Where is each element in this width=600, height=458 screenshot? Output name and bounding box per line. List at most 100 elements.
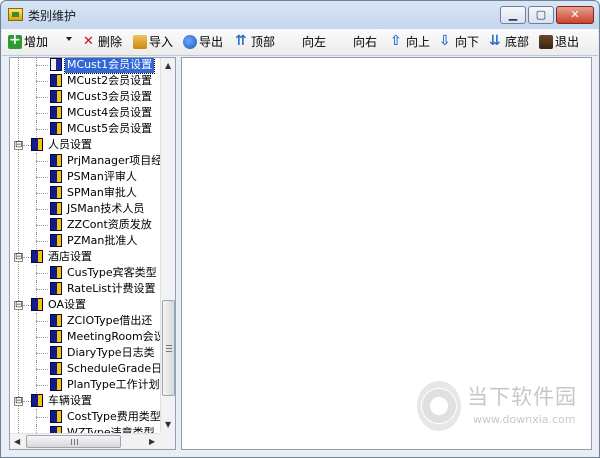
tree-line [23,305,31,306]
close-button[interactable]: ✕ [556,6,594,24]
scroll-left-arrow-icon[interactable]: ◀ [14,437,20,446]
tree-node-label: ZZCont资质发放 [67,218,152,231]
move-left-button[interactable]: 向左 [302,33,326,51]
tree-leaf-node[interactable]: JSMan技术人员 [10,201,160,217]
tree-leaf-node[interactable]: MCust3会员设置 [10,89,160,105]
import-button[interactable]: 导入 [133,33,173,51]
collapse-toggle-icon[interactable]: ⊟ [14,253,23,262]
tree-line [36,113,48,114]
exit-button[interactable]: 退出 [539,33,579,51]
tree-leaf-node[interactable]: WZType违章类型 [10,425,160,433]
tree-leaf-node[interactable]: ZCIOType借出还 [10,313,160,329]
title-bar[interactable]: 类别维护 ▁ ▢ ✕ [1,1,599,29]
maximize-button[interactable]: ▢ [528,6,554,24]
move-up-button[interactable]: 向上 [390,32,430,51]
open-book-icon [50,58,62,71]
tree-leaf-node[interactable]: MCust5会员设置 [10,121,160,137]
category-tree[interactable]: MCust1会员设置 MCust2会员设置 MCust3会员设置 MCust4会员设置… [10,58,160,433]
add-button[interactable]: 增加 [8,31,48,51]
tree-leaf-node[interactable]: PZMan批准人 [10,233,160,249]
tree-node-label: CusType宾客类型 [67,266,157,279]
grip-icon [71,439,79,445]
tree-line [36,129,48,130]
delete-icon [82,33,96,51]
tree-horizontal-scrollbar[interactable]: ◀ ▶ [10,433,160,449]
add-dropdown-arrow[interactable] [66,37,72,41]
tree-node-label: PlanType工作计划 [67,378,160,391]
tree-leaf-node[interactable]: PrjManager项目经 [10,153,160,169]
minimize-button[interactable]: ▁ [500,6,526,24]
tree-group-node[interactable]: ⊟ 酒店设置 [10,249,160,265]
book-icon [50,170,62,183]
export-button[interactable]: 导出 [183,33,223,51]
tree-line [36,369,48,370]
tree-line [36,193,48,194]
scroll-up-arrow-icon[interactable]: ▲ [165,61,171,70]
move-down-button[interactable]: 向下 [439,32,479,51]
tree-line [36,321,48,322]
tree-leaf-node[interactable]: MCust1会员设置 [10,58,160,74]
tree-horizontal-scroll-thumb[interactable] [26,435,121,448]
tree-leaf-node[interactable]: MCust4会员设置 [10,105,160,121]
app-window: 类别维护 ▁ ▢ ✕ 增加 删除 导入 导出 顶部 向左 向右 向上 向下 底部… [0,0,600,458]
tree-line [36,161,48,162]
tree-group-node[interactable]: ⊟ OA设置 [10,297,160,313]
tree-leaf-node[interactable]: SPMan审批人 [10,185,160,201]
tree-line [36,425,37,433]
book-icon [50,330,62,343]
category-book-icon [31,394,43,407]
app-icon [8,8,23,21]
watermark-title: 当下软件园 [467,385,577,409]
book-icon [50,282,62,295]
tree-node-label: OA设置 [48,298,86,311]
tree-leaf-node[interactable]: PSMan评审人 [10,169,160,185]
delete-button[interactable]: 删除 [82,33,122,51]
scroll-right-arrow-icon[interactable]: ▶ [149,437,155,446]
collapse-toggle-icon[interactable]: ⊟ [14,141,23,150]
tree-leaf-node[interactable]: DiaryType日志类 [10,345,160,361]
tree-line [23,257,31,258]
tree-node-label: PrjManager项目经 [67,154,160,167]
window-title: 类别维护 [28,9,77,23]
move-right-button[interactable]: 向右 [353,33,377,51]
book-icon [50,314,62,327]
import-icon [133,35,147,49]
scrollbar-corner [160,433,175,449]
book-icon [50,362,62,375]
tree-vertical-scrollbar[interactable]: ▲ ▼ [160,58,175,433]
scroll-down-arrow-icon[interactable]: ▼ [165,420,171,429]
tree-vertical-scroll-thumb[interactable] [162,300,175,396]
tree-node-label: SPMan审批人 [67,186,137,199]
tree-leaf-node[interactable]: ZZCont资质发放 [10,217,160,233]
tree-node-label: WZType违章类型 [67,426,155,433]
tree-node-label: MCust4会员设置 [67,106,153,119]
tree-leaf-node[interactable]: MCust2会员设置 [10,73,160,89]
tree-line [36,353,48,354]
tree-leaf-node[interactable]: MeetingRoom会议 [10,329,160,345]
down-icon [439,32,453,50]
bottom-button[interactable]: 底部 [489,32,529,51]
tree-line [36,273,48,274]
tree-group-node[interactable]: ⊟ 人员设置 [10,137,160,153]
tree-node-label: JSMan技术人员 [67,202,145,215]
tree-leaf-node[interactable]: RateList计费设置 [10,281,160,297]
tree-leaf-node[interactable]: ScheduleGrade日 [10,361,160,377]
tree-leaf-node[interactable]: CostType费用类型 [10,409,160,425]
tree-leaf-node[interactable]: PlanType工作计划 [10,377,160,393]
tree-line [36,97,48,98]
tree-line [36,65,48,66]
tree-line [23,401,31,402]
add-icon [8,31,22,49]
tree-line [36,289,48,290]
tree-leaf-node[interactable]: CusType宾客类型 [10,265,160,281]
collapse-toggle-icon[interactable]: ⊟ [14,397,23,406]
collapse-toggle-icon[interactable]: ⊟ [14,301,23,310]
bottom-icon [489,32,503,50]
book-icon [50,378,62,391]
tree-node-label: MeetingRoom会议 [67,330,160,343]
export-icon [183,35,197,49]
tree-group-node[interactable]: ⊟ 车辆设置 [10,393,160,409]
tree-line [36,81,48,82]
top-button[interactable]: 顶部 [235,32,275,51]
grip-icon [166,345,172,353]
